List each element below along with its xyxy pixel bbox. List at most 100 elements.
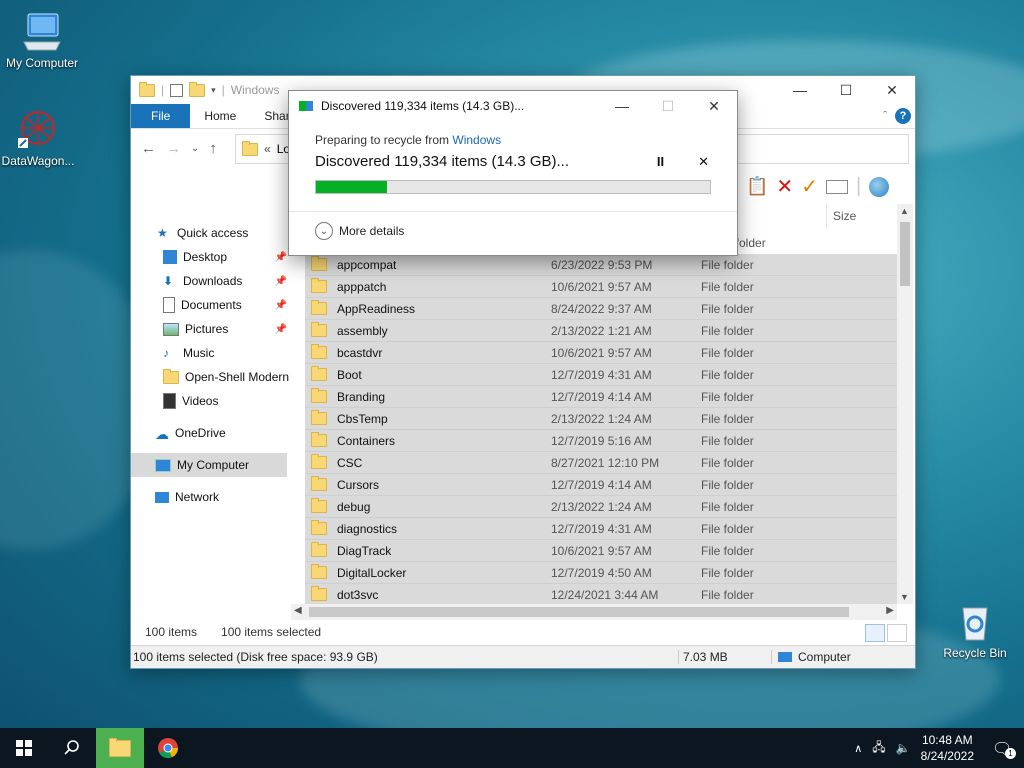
maximize-button[interactable]: ☐ [823,76,869,104]
file-name: Cursors [337,477,380,492]
nav-quick-access[interactable]: ★ Quick access [131,221,291,245]
recycle-progress-dialog: Discovered 119,334 items (14.3 GB)... — … [288,90,738,256]
file-row[interactable]: AppReadiness 8/24/2022 9:37 AM File folder [305,298,897,320]
file-row[interactable]: dot3svc 12/24/2021 3:44 AM File folder [305,584,897,604]
file-operation-icon [299,101,313,111]
pin-icon[interactable]: 📌 [275,276,287,287]
vertical-scrollbar[interactable]: ▲ ▼ [897,204,913,604]
nav-label: OneDrive [175,426,226,440]
tab-file[interactable]: File [131,104,191,128]
desktop-icon-my-computer[interactable]: My Computer [0,10,84,70]
desktop-icon-recycle-bin[interactable]: Recycle Bin [933,600,1017,660]
file-row[interactable]: CSC 8/27/2021 12:10 PM File folder [305,452,897,474]
file-row[interactable]: Containers 12/7/2019 5:16 AM File folder [305,430,897,452]
action-center-button[interactable]: 🗨 1 [992,739,1016,759]
file-name: CSC [337,455,363,470]
scrollbar-thumb[interactable] [309,607,849,617]
status-location: Computer [771,650,851,664]
nav-desktop[interactable]: Desktop 📌 [131,245,291,269]
minimize-button[interactable]: — [777,76,823,104]
file-row[interactable]: bcastdvr 10/6/2021 9:57 AM File folder [305,342,897,364]
volume-icon[interactable]: 🔈 [896,741,911,755]
more-details-toggle[interactable]: ⌄ More details [315,222,404,240]
computer-icon [20,10,64,54]
nav-network[interactable]: Network [131,485,291,509]
file-row[interactable]: apppatch 10/6/2021 9:57 AM File folder [305,276,897,298]
close-button[interactable]: ✕ [869,76,915,104]
quick-access-dropdown-icon[interactable]: ▾ [211,85,216,96]
properties-icon[interactable] [170,83,184,97]
dialog-minimize-button[interactable]: — [599,92,645,120]
scrollbar-thumb[interactable] [900,222,910,286]
scroll-left-icon[interactable]: ◀ [294,605,302,616]
desktop-icon-datawagon[interactable]: DataWagon... [0,108,80,168]
file-row[interactable]: appcompat 6/23/2022 9:53 PM File folder [305,254,897,276]
network-status-icon[interactable]: 🖧 [872,738,885,759]
pause-button[interactable]: II [657,154,664,170]
file-row[interactable]: Boot 12/7/2019 4:31 AM File folder [305,364,897,386]
file-date: 8/24/2022 9:37 AM [551,301,652,316]
clock[interactable]: 10:48 AM 8/24/2022 [921,732,974,764]
nav-onedrive[interactable]: ☁ OneDrive [131,421,291,445]
start-button[interactable] [0,728,48,768]
taskbar-chrome[interactable] [144,728,192,768]
scroll-down-icon[interactable]: ▼ [900,592,909,602]
file-row[interactable]: debug 2/13/2022 1:24 AM File folder [305,496,897,518]
nav-videos[interactable]: Videos [131,389,291,413]
dialog-title-bar[interactable]: Discovered 119,334 items (14.3 GB)... — … [289,91,737,121]
cancel-button[interactable]: ✕ [698,154,709,170]
file-type: File folder [701,389,754,404]
back-arrow-icon[interactable]: ← [141,140,156,157]
forward-arrow-icon[interactable]: → [166,140,181,157]
file-row[interactable]: diagnostics 12/7/2019 4:31 AM File folder [305,518,897,540]
nav-open-shell-modern[interactable]: Open-Shell Modern [131,365,291,389]
file-type: File folder [701,345,754,360]
details-view-icon[interactable] [865,624,885,642]
discovered-text: Discovered 119,334 items (14.3 GB)... [315,153,570,170]
status-size: 7.03 MB [678,650,771,664]
globe-icon[interactable] [869,176,890,197]
file-row[interactable]: CbsTemp 2/13/2022 1:24 AM File folder [305,408,897,430]
file-explorer-icon [109,737,131,757]
help-icon[interactable]: ? [895,108,911,124]
pin-icon[interactable]: 📌 [275,324,287,335]
tab-home[interactable]: Home [190,104,250,128]
recent-locations-icon[interactable]: ⌄ [191,143,199,154]
chevron-up-icon[interactable]: ∧ [854,742,862,755]
large-icons-view-icon[interactable] [887,624,907,642]
file-type: File folder [701,367,754,382]
clipboard-icon[interactable]: 📋 [746,176,768,197]
horizontal-scrollbar[interactable]: ◀ ▶ [291,604,897,620]
delete-icon[interactable]: ✕ [776,174,793,199]
file-row[interactable]: DigitalLocker 12/7/2019 4:50 AM File folde… [305,562,897,584]
breadcrumb-overflow-icon[interactable]: « [264,142,271,156]
nav-music[interactable]: ♪ Music [131,341,291,365]
file-type: File folder [701,301,754,316]
rename-icon[interactable] [825,179,848,194]
nav-documents[interactable]: Documents 📌 [131,293,291,317]
scroll-up-icon[interactable]: ▲ [900,206,909,216]
chrome-icon [158,738,179,759]
checkmark-icon[interactable]: ✓ [801,174,818,199]
new-folder-icon[interactable] [189,81,206,97]
file-row[interactable]: DiagTrack 10/6/2021 9:57 AM File folder [305,540,897,562]
folder-icon [139,81,155,97]
file-row[interactable]: Cursors 12/7/2019 4:14 AM File folder [305,474,897,496]
dialog-close-button[interactable]: ✕ [691,92,737,120]
column-header-size[interactable]: Size [826,204,908,228]
item-count: 100 items [145,625,198,639]
pin-icon[interactable]: 📌 [275,252,287,263]
scroll-right-icon[interactable]: ▶ [886,605,894,616]
file-row[interactable]: Branding 12/7/2019 4:14 AM File folder [305,386,897,408]
up-arrow-icon[interactable]: ↑ [209,140,217,157]
source-folder-link[interactable]: Windows [452,133,501,147]
nav-pictures[interactable]: Pictures 📌 [131,317,291,341]
dialog-maximize-button[interactable]: ☐ [645,92,691,120]
nav-my-computer[interactable]: My Computer [131,453,287,477]
file-row[interactable]: assembly 2/13/2022 1:21 AM File folder [305,320,897,342]
search-button[interactable] [48,728,96,768]
taskbar-file-explorer[interactable] [96,728,144,768]
pin-icon[interactable]: 📌 [275,300,287,311]
chevron-up-icon[interactable]: ˆ [883,110,887,122]
nav-downloads[interactable]: ⬇ Downloads 📌 [131,269,291,293]
